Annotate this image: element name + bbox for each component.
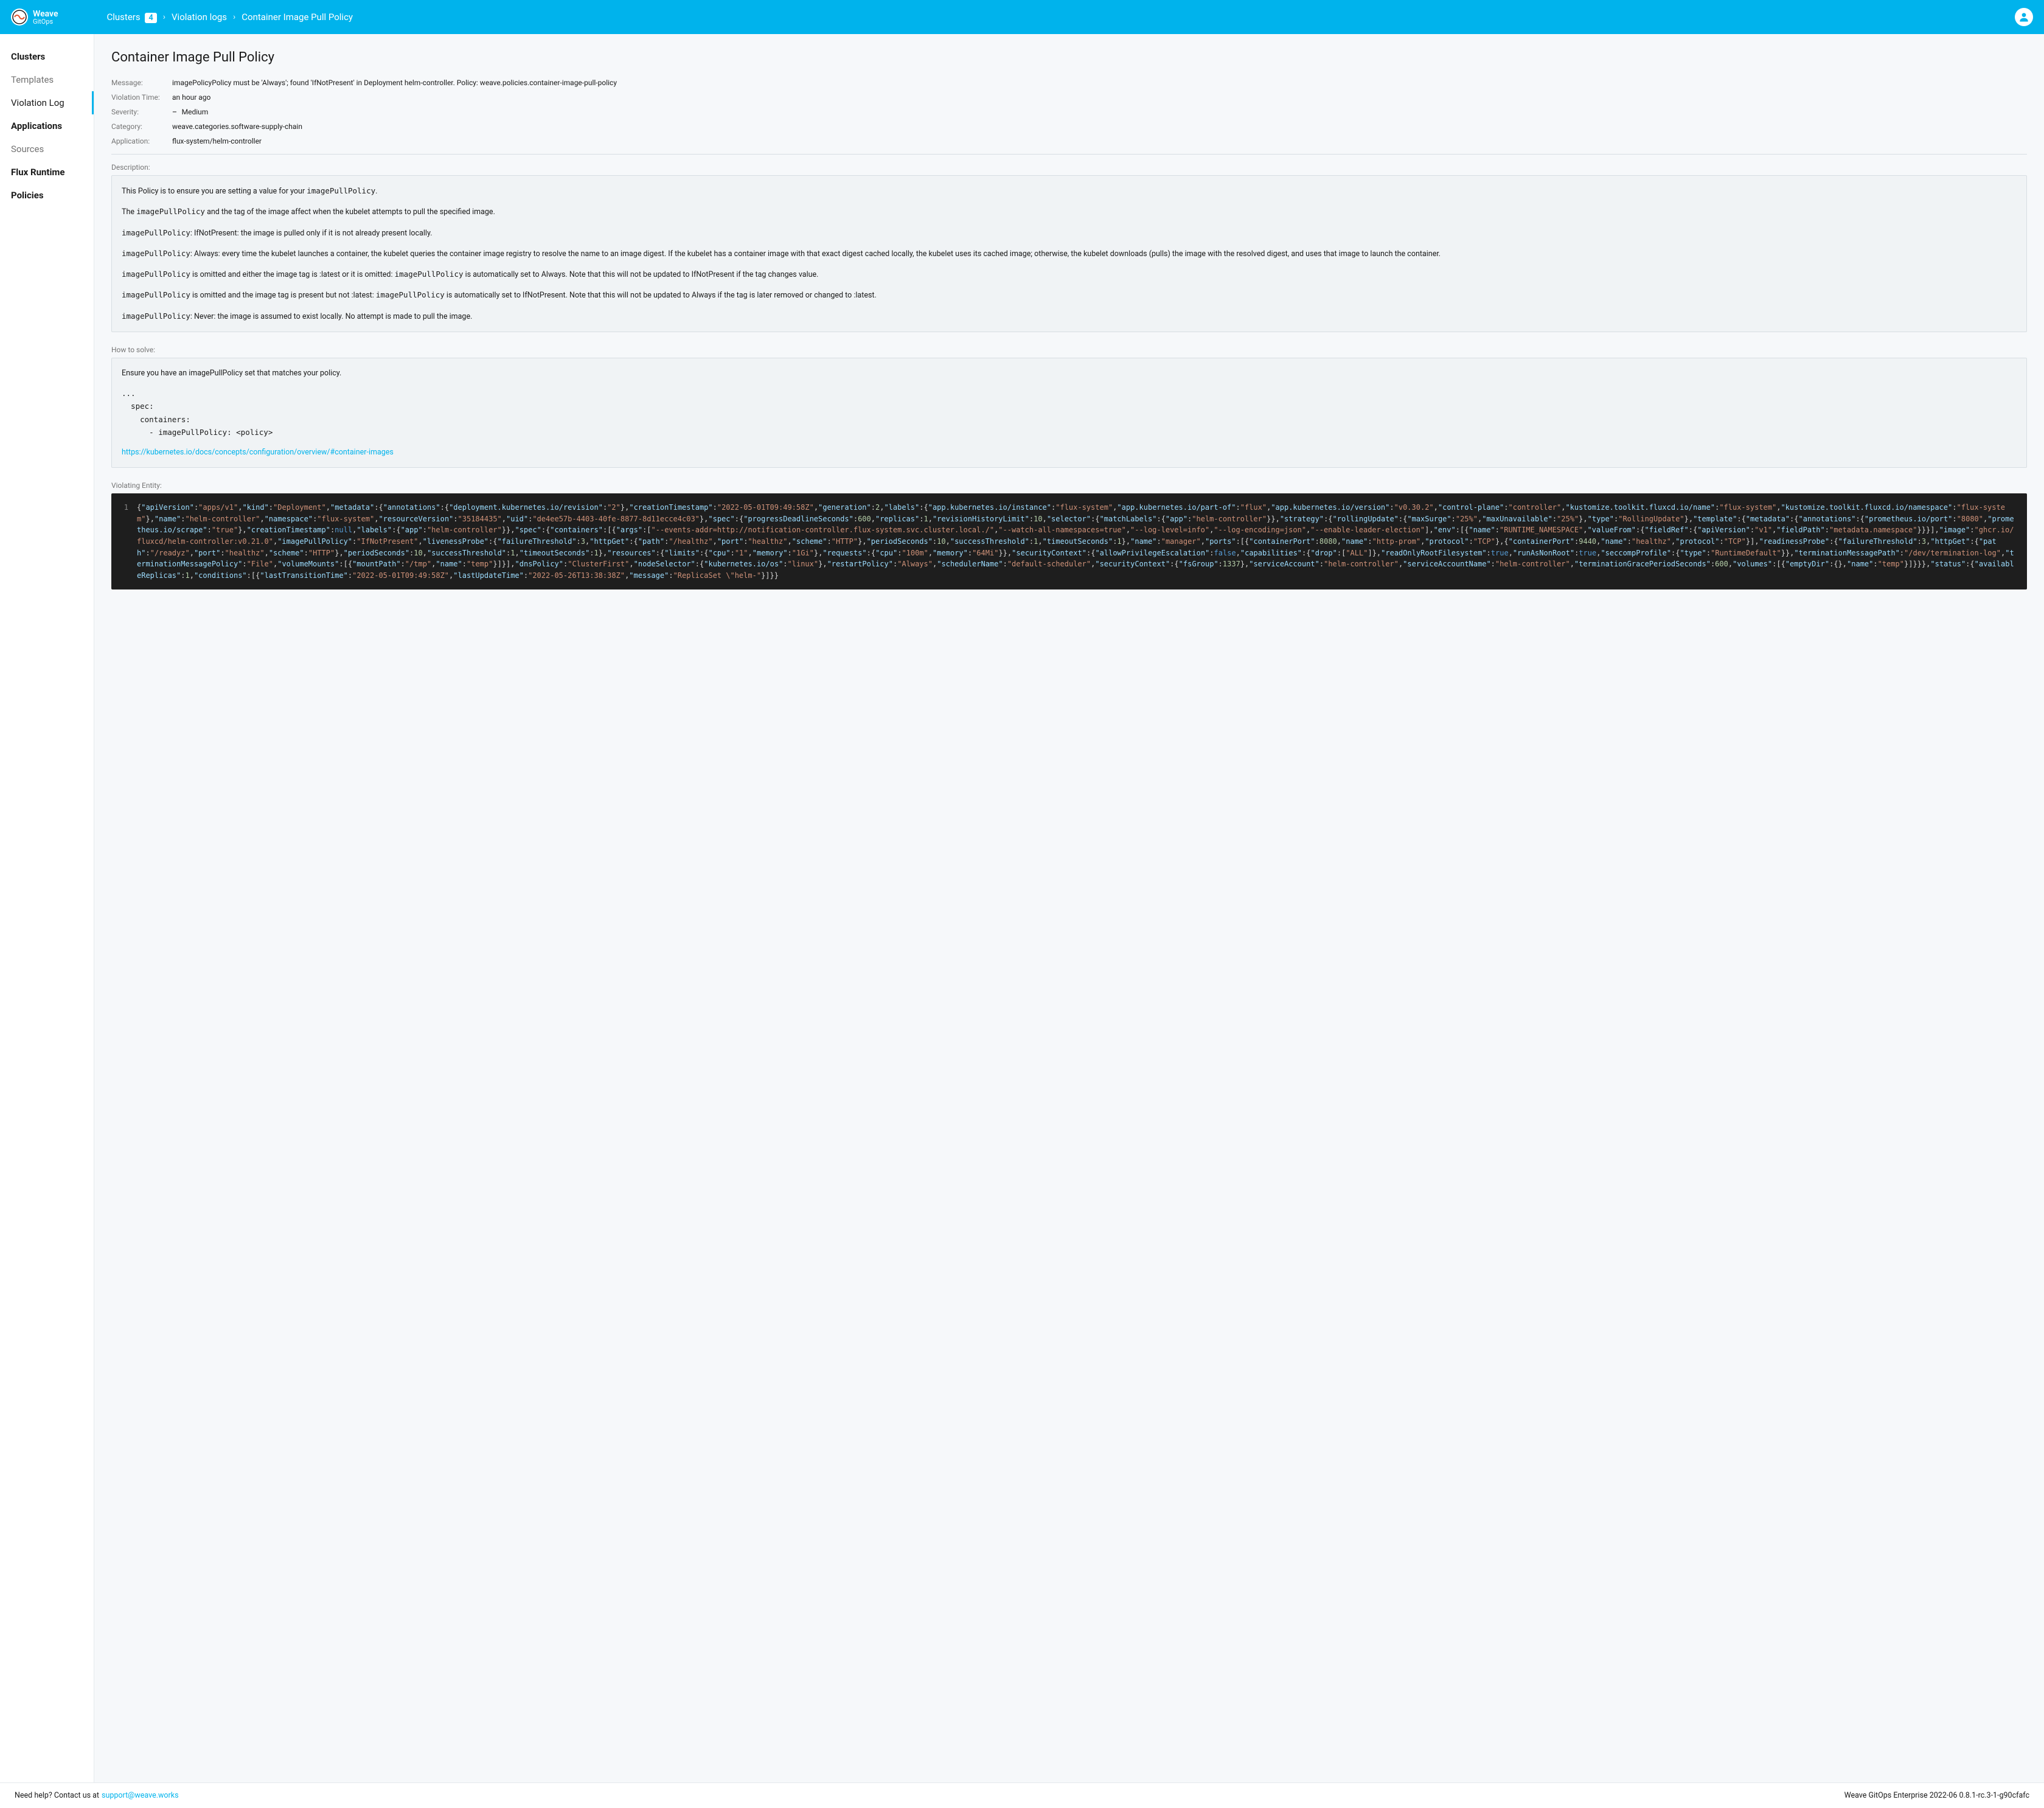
- help-text: Need help? Contact us at: [15, 1791, 99, 1800]
- sidebar-item-sources[interactable]: Sources: [0, 137, 94, 161]
- severity-icon: –: [172, 108, 177, 116]
- line-number: 1: [117, 502, 128, 581]
- crumb-clusters[interactable]: Clusters 4: [107, 12, 157, 23]
- meta-message: Message: imagePolicyPolicy must be 'Alwa…: [111, 78, 2027, 87]
- clusters-count-badge: 4: [145, 13, 156, 23]
- brand-sub: GitOps: [33, 18, 58, 25]
- meta-severity: Severity: – Medium: [111, 108, 2027, 116]
- description-label: Description:: [111, 163, 2027, 172]
- breadcrumb: Clusters 4 › Violation logs › Container …: [107, 12, 353, 23]
- chevron-right-icon: ›: [233, 12, 235, 22]
- sidebar-item-violation-log[interactable]: Violation Log: [0, 91, 94, 114]
- violating-entity-code: 1 {"apiVersion":"apps/v1","kind":"Deploy…: [111, 493, 2027, 589]
- page-title: Container Image Pull Policy: [111, 50, 2027, 65]
- logo-mark-icon: [11, 9, 28, 26]
- support-email-link[interactable]: support@weave.works: [102, 1791, 179, 1800]
- divider: [111, 154, 2027, 155]
- logo[interactable]: Weave GitOps: [11, 9, 58, 26]
- brand-name: Weave: [33, 10, 58, 18]
- sidebar-item-templates[interactable]: Templates: [0, 68, 94, 91]
- meta-application: Application: flux-system/helm-controller: [111, 137, 2027, 145]
- footer: Need help? Contact us at support@weave.w…: [0, 1782, 2044, 1808]
- meta-violation-time: Violation Time: an hour ago: [111, 93, 2027, 102]
- crumb-current: Container Image Pull Policy: [242, 12, 353, 23]
- sidebar-item-clusters[interactable]: Clusters: [0, 45, 94, 68]
- version-text: Weave GitOps Enterprise 2022-06 0.8.1-rc…: [1844, 1791, 2029, 1800]
- violating-entity-label: Violating Entity:: [111, 481, 2027, 490]
- sidebar-item-policies[interactable]: Policies: [0, 184, 94, 207]
- meta-category: Category: weave.categories.software-supp…: [111, 122, 2027, 131]
- description-panel: This Policy is to ensure you are setting…: [111, 175, 2027, 332]
- yaml-snippet: ... spec: containers: - imagePullPolicy:…: [122, 387, 2017, 439]
- sidebar: ClustersTemplatesViolation LogApplicatio…: [0, 34, 94, 1782]
- how-to-solve-panel: Ensure you have an imagePullPolicy set t…: [111, 358, 2027, 468]
- chevron-right-icon: ›: [163, 12, 165, 22]
- docs-link[interactable]: https://kubernetes.io/docs/concepts/conf…: [122, 448, 394, 457]
- user-avatar[interactable]: [2015, 8, 2033, 26]
- how-to-solve-label: How to solve:: [111, 346, 2027, 354]
- crumb-violation-logs[interactable]: Violation logs: [172, 12, 227, 23]
- main-content: Container Image Pull Policy Message: ima…: [94, 34, 2044, 1782]
- json-content: {"apiVersion":"apps/v1","kind":"Deployme…: [137, 502, 2017, 581]
- sidebar-item-applications[interactable]: Applications: [0, 114, 94, 137]
- sidebar-item-flux-runtime[interactable]: Flux Runtime: [0, 161, 94, 184]
- topbar: Weave GitOps Clusters 4 › Violation logs…: [0, 0, 2044, 34]
